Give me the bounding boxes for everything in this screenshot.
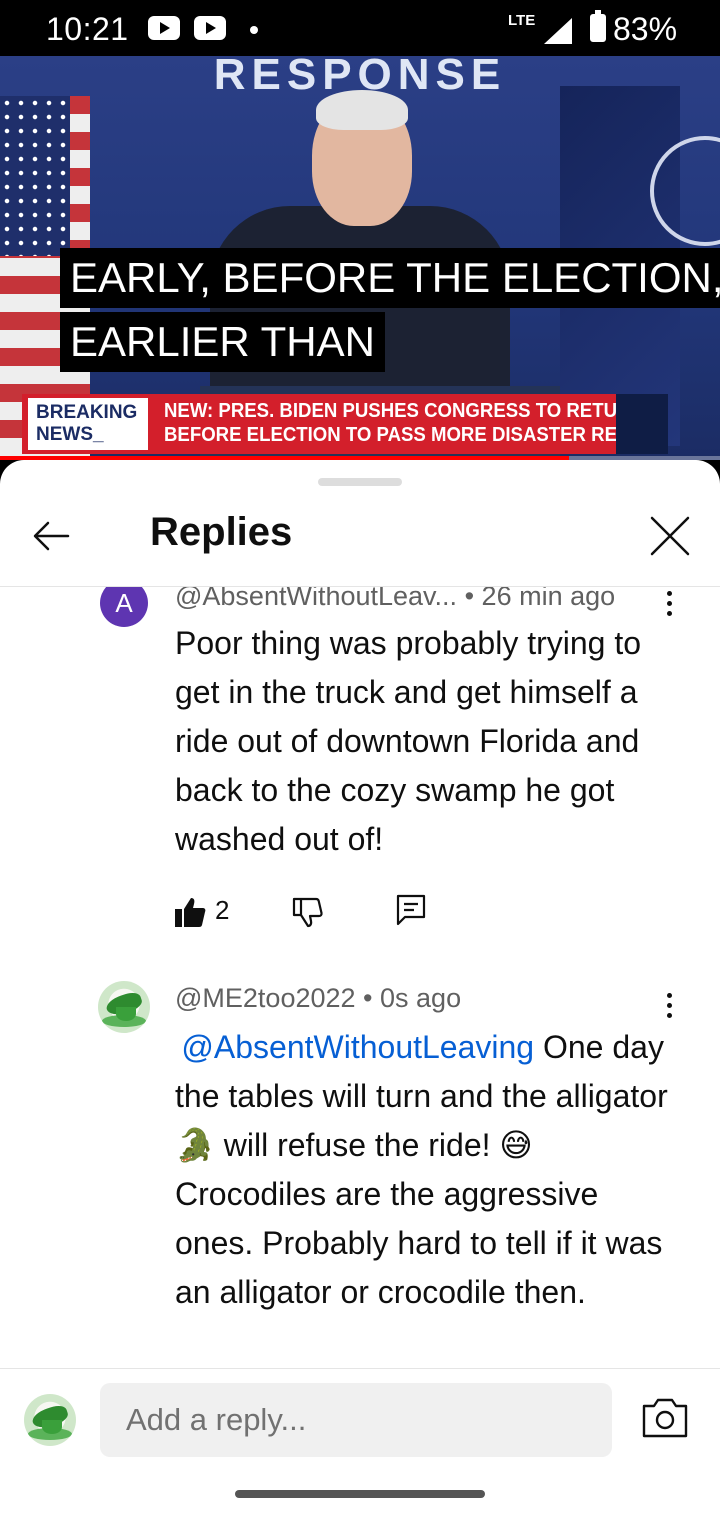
ticker-logo [616, 394, 668, 454]
reply-item: A @AbsentWithoutLeav... • 26 min ago Poo… [0, 587, 720, 947]
reply-text: @AbsentWithoutLeaving One day the tables… [175, 1023, 675, 1317]
reply-age: 26 min ago [481, 587, 616, 611]
reply-author[interactable]: @ME2too2022 [175, 983, 356, 1013]
reply-author[interactable]: @AbsentWithoutLeav... [175, 587, 457, 611]
replies-list[interactable]: A @AbsentWithoutLeav... • 26 min ago Poo… [0, 587, 720, 1369]
close-icon[interactable] [644, 510, 696, 562]
youtube-notification-icon [194, 16, 226, 40]
reply-item: @ME2too2022 • 0s ago @AbsentWithoutLeavi… [0, 981, 720, 1369]
reply-icon[interactable] [395, 890, 427, 930]
reply-input[interactable] [100, 1383, 612, 1457]
notification-dot-icon [250, 26, 258, 34]
mention-link[interactable]: @AbsentWithoutLeaving [181, 1029, 534, 1065]
reply-text-part: will refuse the ride! [214, 1127, 491, 1163]
alligator-emoji: 🐊 [175, 1127, 215, 1163]
battery-percent: 83% [613, 11, 678, 47]
ticker-line-2: BEFORE ELECTION TO PASS MORE DISASTER RE… [164, 424, 658, 446]
closed-caption-line-2: EARLIER THAN [60, 312, 385, 372]
flag-canton [0, 96, 70, 256]
home-indicator[interactable] [235, 1490, 485, 1498]
arrow-left-icon[interactable] [28, 512, 76, 560]
like-count: 2 [215, 895, 230, 925]
camera-icon[interactable] [640, 1396, 690, 1440]
reply-text: Poor thing was probably trying to get in… [175, 625, 642, 857]
avatar[interactable]: A [100, 587, 148, 627]
replies-panel: Replies A @AbsentWithoutLeav... • 26 min… [0, 460, 720, 1520]
reply-meta: @AbsentWithoutLeav... • 26 min ago [175, 587, 615, 612]
status-time: 10:21 [46, 11, 129, 47]
thumbs-up-icon[interactable] [173, 892, 207, 932]
thumbs-down-icon[interactable] [290, 892, 324, 932]
signal-icon [544, 18, 572, 44]
network-type: LTE [508, 12, 536, 29]
meta-separator: • [464, 587, 482, 611]
reply-age: 0s ago [380, 983, 462, 1013]
my-avatar [24, 1394, 76, 1446]
sweat-smile-emoji: 😅 [499, 1127, 533, 1163]
backdrop-headline: RESPONSE [213, 56, 507, 99]
news-ticker: BREAKING NEWS_ NEW: PRES. BIDEN PUSHES C… [22, 394, 668, 454]
ticker-tag: BREAKING NEWS_ [28, 398, 148, 450]
ticker-text: NEW: PRES. BIDEN PUSHES CONGRESS TO RETU… [164, 399, 657, 447]
reply-text-part: Crocodiles are the aggressive ones. Prob… [175, 1176, 663, 1310]
status-bar: 10:21 LTE 83% [0, 0, 720, 56]
youtube-notification-icon [148, 16, 180, 40]
reply-meta: @ME2too2022 • 0s ago [175, 983, 461, 1014]
meta-separator: • [363, 983, 381, 1013]
drag-handle[interactable] [318, 478, 402, 486]
more-vert-icon[interactable] [656, 587, 682, 623]
panel-title: Replies [150, 510, 293, 554]
closed-caption-line-1: EARLY, BEFORE THE ELECTION, [60, 248, 720, 308]
video-player[interactable]: RESPONSE EARLY, BEFORE THE ELECTION, EAR… [0, 56, 720, 460]
more-vert-icon[interactable] [656, 989, 682, 1025]
avatar[interactable] [98, 981, 150, 1033]
reply-bar-divider [0, 1368, 720, 1369]
ticker-line-1: NEW: PRES. BIDEN PUSHES CONGRESS TO RETU… [164, 400, 644, 422]
battery-icon [590, 10, 606, 42]
